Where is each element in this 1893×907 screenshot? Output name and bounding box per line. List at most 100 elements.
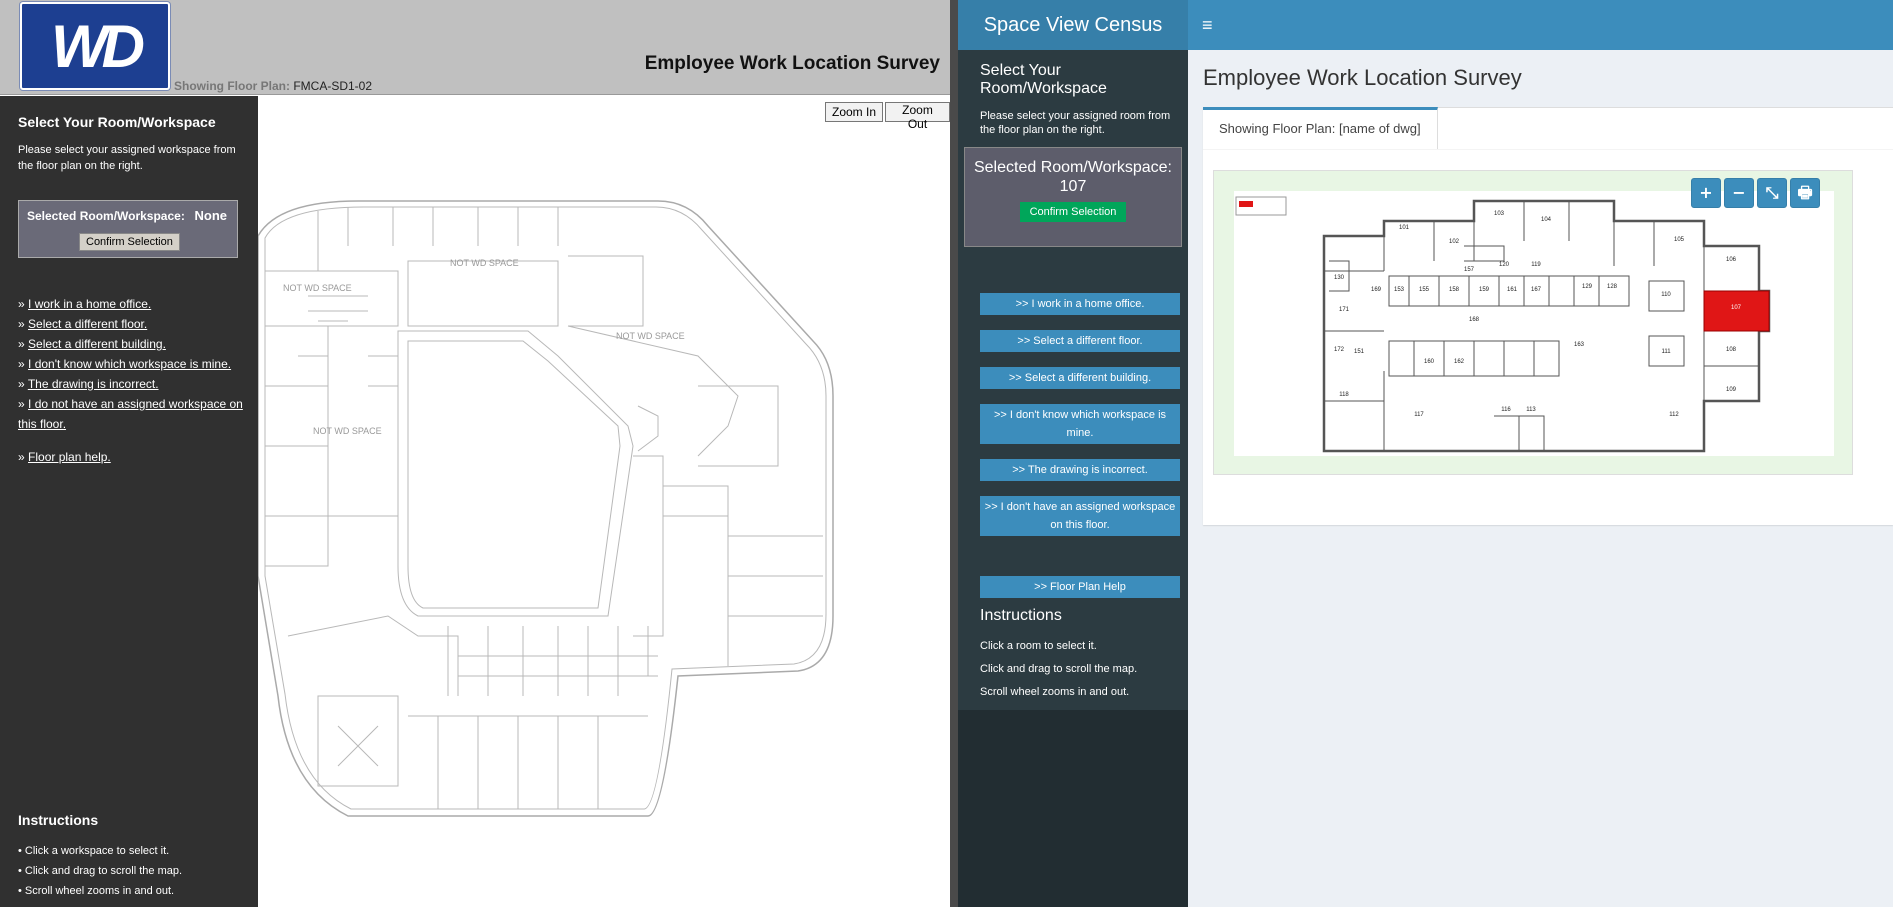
home-office-link[interactable]: I work in a home office. (28, 297, 151, 311)
instruction-item: • Scroll wheel zooms in and out. (18, 885, 175, 897)
room-107-selected[interactable] (1703, 290, 1770, 332)
room-label: 108 (1726, 347, 1737, 353)
unknown-workspace-button[interactable]: >> I don't know which workspace is mine. (980, 404, 1180, 444)
content-area: Employee Work Location Survey Showing Fl… (1188, 50, 1893, 907)
room-label: 110 (1661, 292, 1671, 298)
instructions-heading: Instructions (980, 607, 1062, 624)
room-label: 102 (1449, 239, 1460, 245)
not-wd-space-label: NOT WD SPACE (450, 258, 519, 268)
room-label: 109 (1726, 387, 1737, 393)
room-label: 118 (1339, 392, 1349, 398)
brand-logo[interactable]: Space View Census (958, 0, 1188, 50)
sidebar: Select Your Room/Workspace Please select… (958, 50, 1188, 907)
link-different-building: » Select a different building. (18, 337, 166, 351)
instructions-list: • Click a workspace to select it. • Clic… (18, 841, 182, 901)
room-label: 171 (1339, 307, 1350, 313)
instructions-list: Click a room to select it. Click and dra… (980, 635, 1137, 704)
window-divider (950, 0, 958, 907)
floor-plan-label: Showing Floor Plan: (174, 79, 290, 93)
different-floor-button[interactable]: >> Select a different floor. (980, 330, 1180, 352)
sidebar-instruction: Please select your assigned room from th… (980, 110, 1171, 136)
floor-plan-help-button[interactable]: >> Floor Plan Help (980, 576, 1180, 598)
different-floor-link[interactable]: Select a different floor. (28, 317, 147, 331)
room-label: 104 (1541, 217, 1552, 223)
top-navbar: ≡ (1188, 0, 1893, 50)
room-label: 107 (1731, 305, 1742, 311)
drawing-incorrect-button[interactable]: >> The drawing is incorrect. (980, 459, 1180, 481)
menu-toggle-icon[interactable]: ≡ (1202, 15, 1213, 36)
unknown-workspace-link[interactable]: I don't know which workspace is mine. (28, 357, 231, 371)
room-label: 167 (1531, 287, 1542, 293)
map-fit-icon[interactable]: ⤡ (1757, 178, 1787, 208)
room-label: 130 (1334, 275, 1345, 281)
home-office-button[interactable]: >> I work in a home office. (980, 293, 1180, 315)
confirm-selection-button[interactable]: Confirm Selection (79, 233, 180, 251)
wd-logo: WD (20, 2, 170, 90)
floor-plan-help-link[interactable]: Floor plan help. (28, 450, 111, 464)
floor-plan-help: » Floor plan help. (18, 450, 111, 464)
room-label: 120 (1499, 262, 1510, 268)
map-print-icon[interactable]: 🖶 (1790, 178, 1820, 208)
room-label: 129 (1582, 284, 1593, 290)
room-label: 168 (1469, 317, 1480, 323)
instruction-item: Click a room to select it. (980, 640, 1097, 652)
link-home-office: » I work in a home office. (18, 297, 152, 311)
floor-plan-map[interactable]: 101 102 103 104 105 106 107 108 109 110 … (1213, 170, 1853, 475)
no-assigned-workspace-link[interactable]: I do not have an assigned workspace on t… (18, 397, 243, 431)
room-label: 128 (1607, 284, 1618, 290)
room-label: 159 (1479, 287, 1490, 293)
room-label: 116 (1501, 407, 1511, 413)
legacy-survey-app: WD Showing Floor Plan: FMCA-SD1-02 Emplo… (0, 0, 950, 907)
floor-plan-indicator: Showing Floor Plan: FMCA-SD1-02 (174, 79, 372, 93)
selected-room-text: Selected Room/Workspace: 107 (973, 159, 1172, 195)
legacy-sidebar: Select Your Room/Workspace Please select… (0, 96, 258, 907)
instruction-item: Scroll wheel zooms in and out. (980, 686, 1130, 698)
room-label: 113 (1526, 407, 1536, 413)
tab-underline (1203, 149, 1893, 150)
link-no-assigned-workspace: » I do not have an assigned workspace on… (18, 397, 243, 431)
link-different-floor: » Select a different floor. (18, 317, 148, 331)
room-label: 155 (1419, 287, 1430, 293)
map-zoom-out-icon[interactable]: − (1724, 178, 1754, 208)
room-label: 172 (1334, 347, 1345, 353)
floor-plan-drawing[interactable]: NOT WD SPACE NOT WD SPACE NOT WD SPACE N… (258, 96, 950, 907)
instructions-heading: Instructions (18, 812, 99, 828)
not-wd-space-label: NOT WD SPACE (616, 331, 685, 341)
map-zoom-in-icon[interactable]: + (1691, 178, 1721, 208)
sidebar-heading: Select Your Room/Workspace (18, 114, 216, 130)
room-label: 101 (1399, 225, 1410, 231)
room-label: 162 (1454, 359, 1465, 365)
room-label: 158 (1449, 287, 1460, 293)
tab-floor-plan[interactable]: Showing Floor Plan: [name of dwg] (1203, 107, 1438, 149)
zoom-in-button[interactable]: Zoom In (825, 102, 884, 122)
room-label: 157 (1464, 267, 1475, 273)
not-wd-space-label: NOT WD SPACE (313, 426, 382, 436)
instruction-item: • Click a workspace to select it. (18, 845, 170, 857)
different-building-link[interactable]: Select a different building. (28, 337, 166, 351)
confirm-selection-button[interactable]: Confirm Selection (1019, 202, 1127, 222)
space-view-census-app: Space View Census ≡ Select Your Room/Wor… (958, 0, 1893, 907)
selected-workspace-value: None (194, 208, 228, 223)
floor-plan-drawing[interactable]: 101 102 103 104 105 106 107 108 109 110 … (1234, 191, 1834, 456)
instruction-item: Click and drag to scroll the map. (980, 663, 1138, 675)
room-label: 160 (1424, 359, 1435, 365)
legacy-header: WD Showing Floor Plan: FMCA-SD1-02 Emplo… (0, 0, 950, 95)
room-label: 169 (1371, 287, 1382, 293)
sidebar-heading: Select Your Room/Workspace (980, 62, 1107, 97)
zoom-out-button[interactable]: Zoom Out (885, 102, 950, 131)
no-assigned-workspace-button[interactable]: >> I don't have an assigned workspace on… (980, 496, 1180, 536)
link-drawing-incorrect: » The drawing is incorrect. (18, 377, 159, 391)
floor-plan-viewer[interactable]: NOT WD SPACE NOT WD SPACE NOT WD SPACE N… (258, 96, 950, 907)
room-label: 111 (1661, 349, 1671, 355)
link-unknown-workspace: » I don't know which workspace is mine. (18, 357, 232, 371)
room-label: 161 (1507, 287, 1518, 293)
different-building-button[interactable]: >> Select a different building. (980, 367, 1180, 389)
wd-logo-text: WD (51, 12, 145, 80)
room-label: 119 (1531, 262, 1541, 268)
drawing-incorrect-link[interactable]: The drawing is incorrect. (28, 377, 159, 391)
room-label: 103 (1494, 211, 1505, 217)
floor-plan-name: FMCA-SD1-02 (293, 79, 373, 93)
room-label: 112 (1669, 412, 1679, 418)
not-wd-space-label: NOT WD SPACE (283, 283, 352, 293)
option-links: » I work in a home office. » Select a di… (18, 294, 243, 434)
